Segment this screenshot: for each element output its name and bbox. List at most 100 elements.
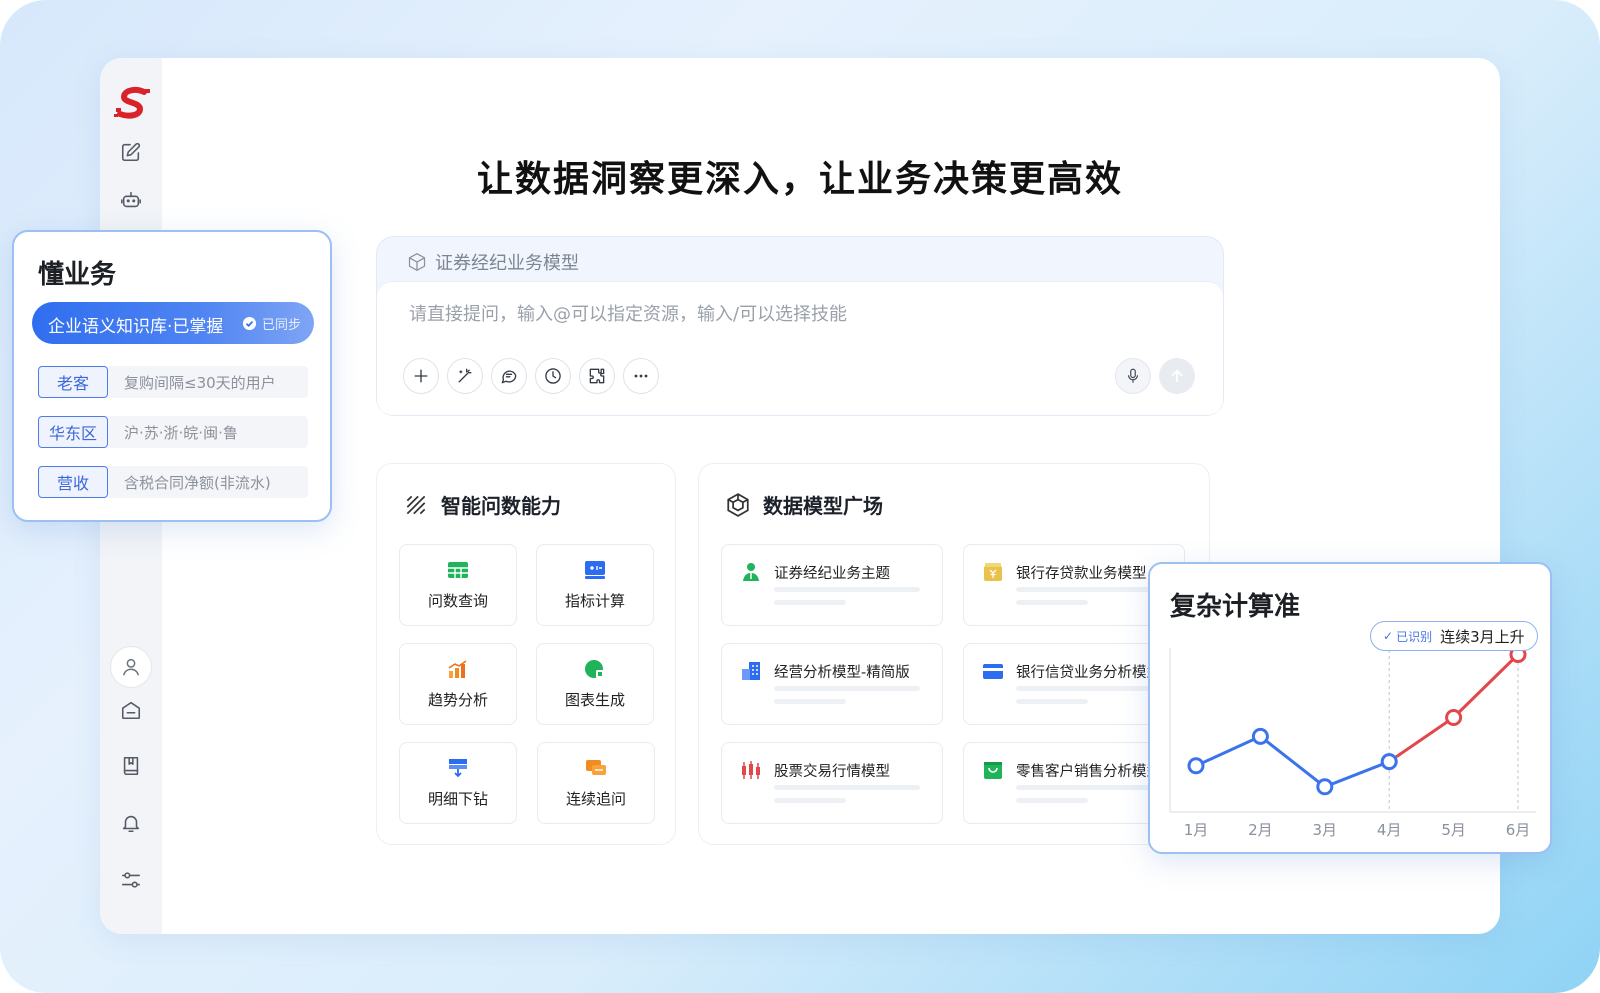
knowledge-base-pill[interactable]: 企业语义知识库·已掌握 已同步 [32, 302, 314, 344]
data-point [1445, 709, 1463, 726]
model-name: 零售客户销售分析模型 [1016, 764, 1161, 780]
complex-calculation-card: 1月 2月 3月 4月 5月 6月 复杂计算准 ✓ 已识别 连续3月上升 [1148, 562, 1552, 854]
x-tick-label: 5月 [1441, 821, 1466, 839]
user-avatar[interactable] [110, 646, 152, 688]
hex-cube-icon [727, 492, 749, 517]
bar-trend-icon [448, 659, 467, 678]
term-tag: 老客 [38, 366, 108, 398]
sparkle-grid-icon [406, 495, 426, 514]
model-name: 经营分析模型-精简版 [774, 665, 910, 681]
capability-label: 连续追问 [565, 789, 626, 808]
capability-label: 问数查询 [427, 591, 488, 610]
send-button[interactable] [1159, 358, 1195, 394]
card-icon [983, 664, 1003, 679]
model-name: 股票交易行情模型 [774, 764, 890, 780]
x-tick-label: 2月 [1248, 821, 1273, 839]
check-circle-icon [242, 316, 257, 331]
model-tile[interactable]: 证券经纪业务主题 [721, 544, 943, 626]
capability-drilldown[interactable]: 明细下钻 [399, 742, 517, 824]
recognized-tag: ✓ 已识别 [1383, 628, 1432, 645]
page-title: 让数据洞察更深入，让业务决策更高效 [476, 159, 1123, 200]
capabilities-card: 智能问数能力 问数查询 指标计算 趋势分析 图表生成 明细下钻 连续追问 [376, 463, 676, 845]
x-tick-label: 4月 [1377, 821, 1402, 839]
clock-icon [545, 368, 561, 384]
more-icon [634, 374, 648, 378]
arrow-up-icon [1171, 369, 1183, 383]
plaza-title-text: 数据模型广场 [763, 494, 883, 518]
logo-icon[interactable] [114, 86, 152, 122]
building-icon [742, 662, 760, 680]
home-icon[interactable] [117, 696, 145, 724]
business-knowledge-card: 懂业务 企业语义知识库·已掌握 已同步 老客 复购间隔≤30天的用户 华东区 沪… [12, 230, 332, 522]
term-definition: 含税合同净额(非流水) [108, 466, 308, 498]
knowledge-base-label: 企业语义知识库·已掌握 [48, 317, 224, 337]
data-point [1187, 757, 1205, 775]
series-segment [1387, 716, 1456, 764]
question-input-card: 证券经纪业务模型 请直接提问，输入@可以指定资源，输入/可以选择技能 [376, 236, 1224, 416]
person-icon [743, 563, 759, 581]
term-tag: 营收 [38, 466, 108, 498]
capability-metric[interactable]: 指标计算 [536, 544, 654, 626]
settings-sliders-icon[interactable] [117, 866, 145, 894]
x-tick-label: 3月 [1313, 821, 1338, 839]
sync-status: 已同步 [242, 314, 301, 333]
question-input-placeholder: 请直接提问，输入@可以指定资源，输入/可以选择技能 [409, 304, 848, 325]
business-card-title: 懂业务 [38, 260, 117, 290]
series-segment [1452, 653, 1520, 719]
chat-button[interactable] [491, 358, 527, 394]
model-name: 证券经纪业务主题 [774, 566, 890, 582]
capability-query[interactable]: 问数查询 [399, 544, 517, 626]
model-plaza-card: 数据模型广场 证券经纪业务主题 银行存贷款业务模型 经营分析模型-精简版 银行信… [698, 463, 1210, 845]
x-tick-label: 6月 [1506, 821, 1531, 839]
term-definition: 复购间隔≤30天的用户 [108, 366, 308, 398]
cube-icon [408, 252, 426, 272]
magic-button[interactable] [447, 358, 483, 394]
add-button[interactable] [403, 358, 439, 394]
data-point [1251, 727, 1269, 745]
capability-trend[interactable]: 趋势分析 [399, 643, 517, 725]
puzzle-icon [589, 368, 605, 384]
model-name: 银行存贷款业务模型 [1016, 566, 1147, 582]
x-tick-label: 1月 [1184, 821, 1209, 839]
capability-label: 趋势分析 [427, 690, 488, 709]
question-input[interactable]: 请直接提问，输入@可以指定资源，输入/可以选择技能 [377, 281, 1223, 415]
plugin-button[interactable] [579, 358, 615, 394]
robot-icon[interactable] [117, 186, 145, 214]
shopping-bag-icon [984, 762, 1002, 779]
capability-followup[interactable]: 连续追问 [537, 742, 655, 824]
followup-icon [586, 759, 606, 775]
series-segment [1194, 734, 1262, 768]
edit-icon[interactable] [117, 138, 145, 166]
yen-box-icon [984, 563, 1002, 581]
drilldown-icon [449, 758, 467, 777]
term-definition: 沪·苏·浙·皖·闽·鲁 [108, 416, 308, 448]
calc-card-title: 复杂计算准 [1170, 592, 1301, 622]
check-icon: ✓ [1383, 629, 1394, 643]
capabilities-title: 智能问数能力 [403, 490, 561, 519]
capability-label: 图表生成 [564, 690, 625, 709]
series-segment [1323, 760, 1391, 789]
plus-icon [414, 369, 428, 383]
magic-wand-icon [458, 368, 472, 383]
voice-input-button[interactable] [1115, 358, 1151, 394]
pie-icon [585, 659, 604, 678]
book-icon[interactable] [117, 752, 145, 780]
bell-icon[interactable] [117, 809, 145, 837]
model-tile[interactable]: 经营分析模型-精简版 [721, 643, 943, 725]
plaza-title: 数据模型广场 [725, 490, 883, 519]
series-segment [1258, 734, 1327, 789]
capability-label: 指标计算 [564, 591, 625, 610]
microphone-icon [1127, 368, 1139, 383]
more-button[interactable] [623, 358, 659, 394]
model-tile[interactable]: 股票交易行情模型 [721, 742, 943, 824]
user-icon [122, 658, 140, 676]
capabilities-title-text: 智能问数能力 [441, 494, 561, 518]
chat-icon [501, 370, 517, 384]
model-selector-label: 证券经纪业务模型 [435, 253, 579, 274]
model-selector[interactable]: 证券经纪业务模型 [407, 249, 579, 275]
model-name: 银行信贷业务分析模型 [1016, 665, 1161, 681]
capability-chart[interactable]: 图表生成 [536, 643, 654, 725]
recognized-tag-text: 已识别 [1396, 629, 1433, 644]
history-button[interactable] [535, 358, 571, 394]
capability-label: 明细下钻 [427, 789, 488, 808]
